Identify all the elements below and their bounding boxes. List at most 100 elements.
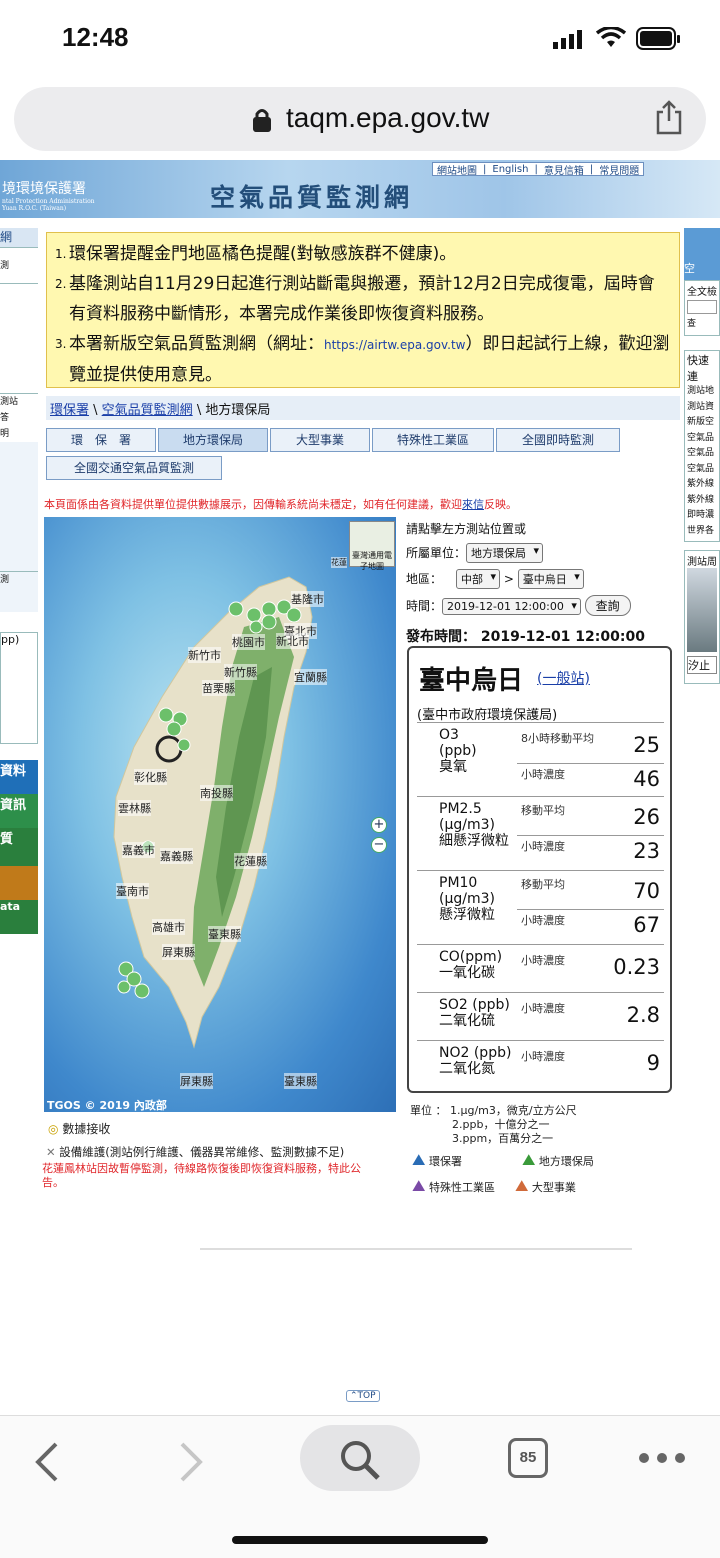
sidebar-right-link[interactable]: 紫外線	[687, 493, 717, 509]
sidebar-right-link[interactable]: 測站資	[687, 400, 717, 416]
tabs-button[interactable]: 85	[508, 1438, 548, 1478]
link-faq[interactable]: 常見問題	[599, 162, 639, 177]
sidebar-left-box: pp)	[0, 632, 38, 744]
status-bar: 12:48	[0, 0, 720, 80]
map-label: 臺東縣	[284, 1073, 317, 1089]
address-bar[interactable]: taqm.epa.gov.tw	[14, 87, 706, 151]
camera-image[interactable]	[687, 568, 717, 652]
area-select[interactable]: 中部	[456, 569, 501, 589]
sidebar-left-item[interactable]: 明	[0, 426, 38, 442]
sidebar-search-input[interactable]	[687, 300, 717, 314]
sidebar-right-link[interactable]: 世界各	[687, 524, 717, 540]
station-map[interactable]: 臺灣通用電子地圖 + − 基隆市 臺北市 新北市 桃園市 新竹市 新竹縣 苗栗縣…	[44, 517, 396, 1112]
more-icon[interactable]	[638, 1452, 688, 1464]
map-inset-toggle[interactable]: 臺灣通用電子地圖	[349, 521, 395, 571]
pollutant-row-co: CO(ppm) 一氧化碳 小時濃度 0.23	[417, 944, 664, 992]
sidebar-right-link[interactable]: 空氣品	[687, 431, 717, 447]
map-label: 屏東縣	[180, 1073, 213, 1089]
sidebar-left-banner[interactable]: ata	[0, 900, 38, 934]
map-label: 南投縣	[200, 785, 233, 801]
epa-station-icon: ⛰	[412, 1150, 426, 1169]
station-select[interactable]: 臺中烏日	[517, 569, 584, 589]
map-label: 屏東縣	[162, 944, 195, 960]
wifi-icon	[596, 27, 626, 47]
tab-industrial-zone[interactable]: 特殊性工業區	[372, 428, 494, 452]
share-icon[interactable]	[654, 99, 684, 135]
browser-toolbar: 85	[0, 1415, 720, 1558]
sidebar-left-item[interactable]: 答	[0, 410, 38, 426]
legend-received: ◎ 數據接收	[48, 1122, 111, 1136]
pollutant-row-pm25: PM2.5 (μg/m3) 細懸浮微粒 移動平均 26 小時濃度 23	[417, 796, 664, 870]
signal-icon	[553, 30, 582, 49]
map-label: 桃園市	[232, 634, 265, 650]
sidebar-right-link[interactable]: 紫外線	[687, 477, 717, 493]
notice-item: 2. 基隆測站自11月29日起進行測站斷電與搬遷，預計12月2日完成復電，屆時會有…	[55, 274, 655, 324]
status-time: 12:48	[62, 22, 129, 52]
link-english[interactable]: English	[492, 164, 528, 175]
local-station-icon: ⛰	[521, 1150, 536, 1169]
sidebar-right-link[interactable]: 測站地	[687, 384, 717, 400]
sidebar-left-banner[interactable]: 質	[0, 828, 38, 866]
tab-epa[interactable]: 環 保 署	[46, 428, 156, 452]
station-card: 臺中烏日 (一般站) (臺中市政府環境保護局) O3 (ppb) 臭氧 8小時移動平…	[407, 646, 672, 1093]
breadcrumb-home[interactable]: 環保署	[50, 403, 89, 418]
sidebar-right-link[interactable]: 空氣品	[687, 462, 717, 478]
instruction-text: 請點擊左方測站位置或	[406, 522, 527, 536]
notice-item: 1. 環保署提醒金門地區橘色提醒(對敏感族群不健康)。	[55, 244, 457, 264]
map-label: 嘉義縣	[160, 848, 193, 864]
site-title: 空氣品質監測網	[210, 183, 414, 212]
tab-local-epb[interactable]: 地方環保局	[158, 428, 268, 452]
station-agency: (臺中市政府環境保護局)	[417, 708, 558, 723]
notice-item: 3. 本署新版空氣品質監測網（網址：https://airtw.epa.gov.t…	[55, 334, 670, 385]
map-label: 宜蘭縣	[294, 669, 327, 685]
top-links: 網站地圖 | English | 意見信箱 | 常見問題	[432, 162, 645, 177]
tab-large-enterprise[interactable]: 大型事業	[270, 428, 370, 452]
contact-link[interactable]: 來信	[462, 498, 484, 511]
site-banner: 境環境保護署 ntal Protection Administration Yu…	[0, 160, 720, 218]
station-type-link[interactable]: (一般站)	[537, 668, 590, 688]
station-name: 臺中烏日	[419, 666, 524, 696]
zoom-in-button[interactable]: +	[371, 817, 387, 833]
sidebar-right-link[interactable]: 即時濃	[687, 508, 717, 524]
station-type-legend: ⛰ 環保署 ⛰ 地方環保局 ⛰ 特殊性工業區 ⛰ 大型事業	[412, 1150, 594, 1195]
sidebar-left-banner[interactable]	[0, 866, 38, 900]
sidebar-left-banner[interactable]: 資訊	[0, 794, 38, 828]
footer-divider	[200, 1248, 632, 1250]
sidebar-search-button[interactable]: 查	[687, 316, 717, 329]
sidebar-left-item[interactable]: 測	[0, 248, 38, 284]
tab-national-realtime[interactable]: 全國即時監測	[496, 428, 620, 452]
published-label: 發布時間：	[406, 629, 476, 645]
sidebar-right-link[interactable]: 新版空	[687, 415, 717, 431]
search-button[interactable]	[300, 1425, 420, 1491]
link-sitemap[interactable]: 網站地圖	[437, 162, 477, 177]
pollutant-row-no2: NO2 (ppb) 二氧化氮 小時濃度 9	[417, 1040, 664, 1088]
back-icon[interactable]	[34, 1442, 60, 1482]
new-site-link[interactable]: https://airtw.epa.gov.tw	[324, 338, 466, 352]
map-label: 花蓮	[331, 557, 347, 568]
taiwan-map-shape	[113, 576, 313, 1049]
zoom-out-button[interactable]: −	[371, 837, 387, 853]
sidebar-right-logo[interactable]: 空	[684, 228, 720, 280]
agency-logo[interactable]: 境環境保護署 ntal Protection Administration Yu…	[2, 178, 95, 212]
notice-box: 1. 環保署提醒金門地區橘色提醒(對敏感族群不健康)。 2. 基隆測站自11月29日…	[46, 232, 680, 388]
tab-traffic[interactable]: 全國交通空氣品質監測	[46, 456, 222, 480]
camera-select[interactable]: 汐止	[687, 656, 717, 674]
pollutant-row-so2: SO2 (ppb) 二氧化硫 小時濃度 2.8	[417, 992, 664, 1040]
query-button[interactable]: 查詢	[584, 595, 631, 616]
link-feedback[interactable]: 意見信箱	[544, 162, 584, 177]
map-label: 臺南市	[116, 883, 149, 899]
sidebar-left-item[interactable]: 測站	[0, 394, 38, 410]
industrial-station-icon: ⛰	[412, 1176, 426, 1195]
sidebar-left-item[interactable]: 測	[0, 572, 38, 612]
forward-icon[interactable]	[178, 1442, 204, 1482]
unit-select[interactable]: 地方環保局	[466, 543, 544, 563]
time-select[interactable]: 2019-12-01 12:00:00	[442, 598, 581, 615]
home-indicator	[232, 1536, 488, 1544]
sidebar-left-banner[interactable]: 資料	[0, 760, 38, 794]
sidebar-right-link[interactable]: 空氣品	[687, 446, 717, 462]
enterprise-station-icon: ⛰	[514, 1176, 529, 1195]
lock-icon	[253, 109, 271, 132]
back-to-top-button[interactable]: ⌃TOP	[346, 1390, 380, 1402]
received-icon: ◎	[48, 1122, 59, 1136]
breadcrumb-level2[interactable]: 空氣品質監測網	[102, 403, 193, 418]
